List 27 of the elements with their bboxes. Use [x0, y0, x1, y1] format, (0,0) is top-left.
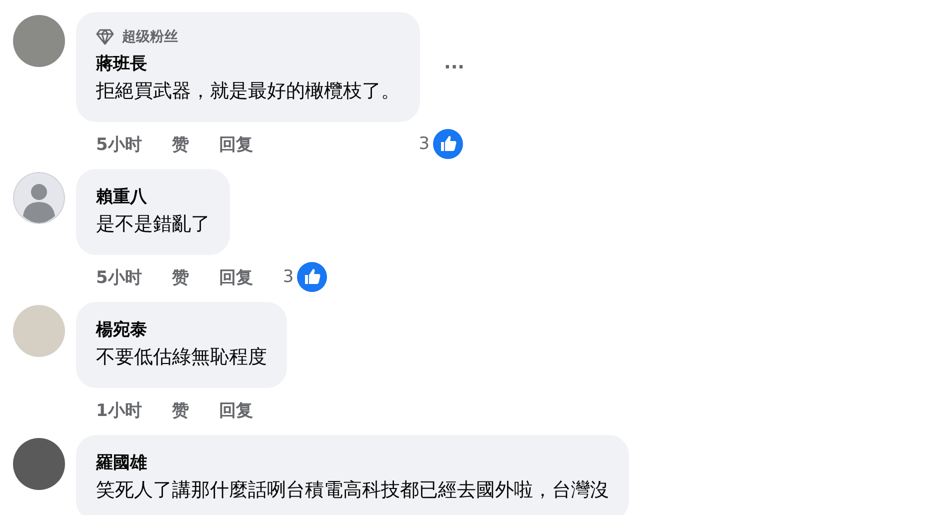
- commenter-name[interactable]: 楊宛泰: [96, 318, 147, 342]
- more-options-button[interactable]: ···: [440, 52, 469, 82]
- reaction-count[interactable]: 3: [418, 134, 430, 154]
- avatar-photo[interactable]: [13, 438, 65, 490]
- comment-text: 拒絕買武器，就是最好的橄欖枝了。: [96, 79, 400, 104]
- comment-text: 笑死人了講那什麼話咧台積電高科技都已經去國外啦，台灣沒: [96, 478, 609, 503]
- like-button[interactable]: 赞: [172, 398, 189, 422]
- comment-time[interactable]: 5小时: [96, 266, 142, 288]
- avatar-photo[interactable]: [13, 15, 65, 67]
- like-button[interactable]: 赞: [172, 266, 189, 288]
- diamond-icon: [96, 29, 114, 45]
- commenter-name[interactable]: 蔣班長: [96, 52, 147, 76]
- like-button[interactable]: 赞: [172, 132, 189, 156]
- thumbs-up-icon[interactable]: [296, 262, 327, 292]
- reaction-count[interactable]: 3: [282, 267, 294, 287]
- reply-button[interactable]: 回复: [218, 132, 253, 156]
- comment-text: 不要低估綠無恥程度: [96, 345, 267, 370]
- comment-text: 是不是錯亂了: [96, 212, 210, 237]
- comment-time[interactable]: 5小时: [96, 132, 142, 156]
- comment-time[interactable]: 1小时: [96, 398, 142, 422]
- commenter-name[interactable]: 賴重八: [96, 185, 147, 209]
- commenter-name[interactable]: 羅國雄: [96, 451, 147, 475]
- thumbs-up-icon[interactable]: [432, 129, 463, 159]
- fan-badge-label: 超级粉丝: [122, 28, 178, 46]
- reply-button[interactable]: 回复: [218, 266, 253, 288]
- reply-button[interactable]: 回复: [218, 398, 253, 422]
- default-avatar-icon[interactable]: [13, 172, 65, 224]
